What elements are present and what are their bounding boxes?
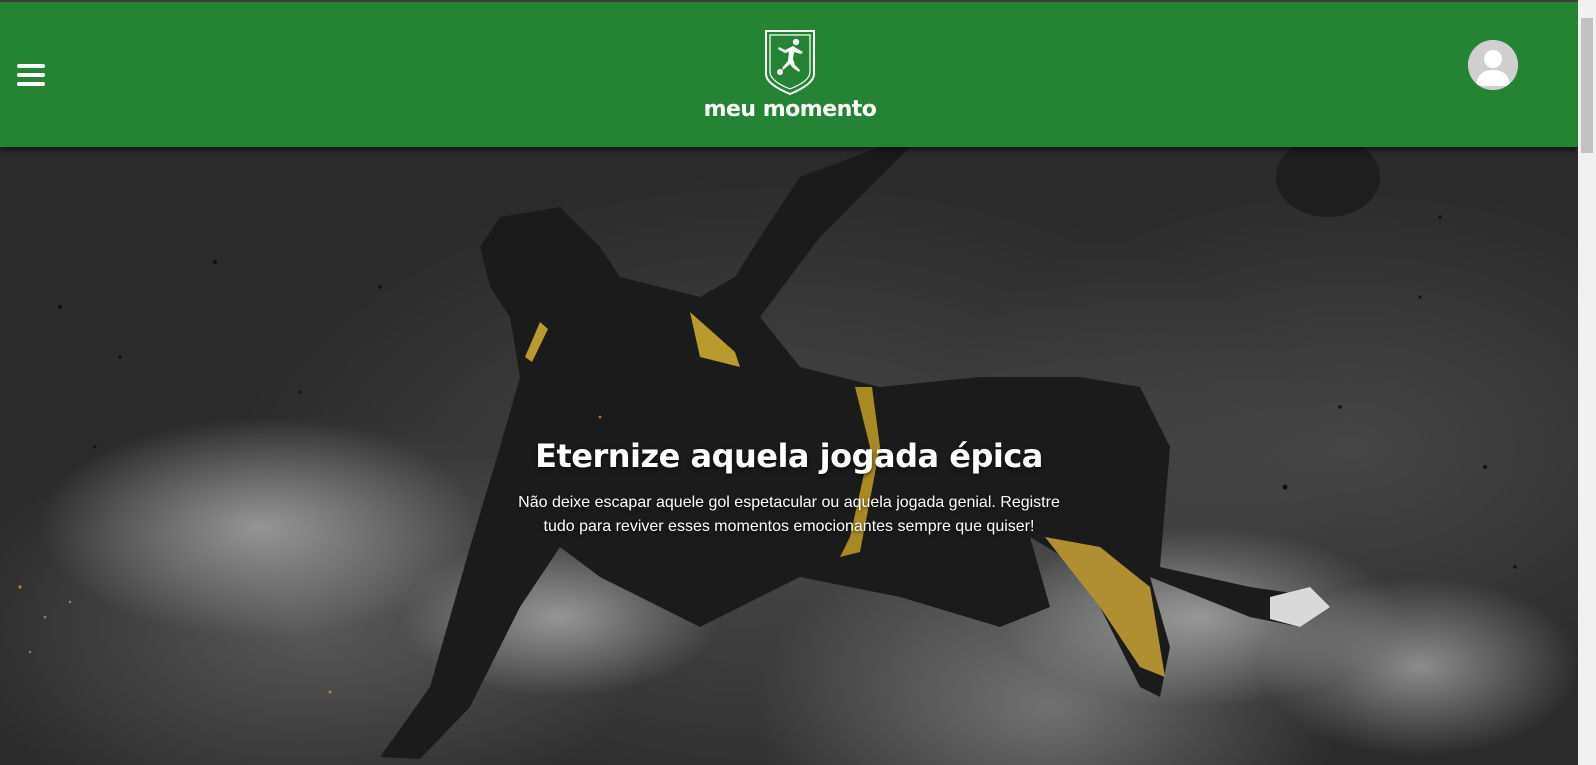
menu-bar: [17, 64, 45, 68]
menu-bar: [17, 82, 45, 86]
user-avatar-icon[interactable]: [1468, 40, 1518, 90]
hamburger-menu-icon[interactable]: [17, 62, 47, 88]
browser-top-edge: [0, 0, 1596, 2]
page: Meu momento: [0, 0, 1596, 765]
scrollbar-thumb[interactable]: [1581, 18, 1593, 153]
hero-section: Eternize aquela jogada épica Não deixe e…: [0, 147, 1578, 765]
brand-name: Meu momento: [703, 97, 877, 122]
soccer-player-badge-icon: [765, 30, 815, 96]
hero-description: Não deixe escapar aquele gol espetacular…: [518, 494, 1060, 535]
vertical-scrollbar[interactable]: [1578, 0, 1596, 765]
site-header: Meu momento: [0, 2, 1578, 147]
menu-bar: [17, 73, 45, 77]
hero-content: Eternize aquela jogada épica Não deixe e…: [500, 437, 1078, 539]
avatar-silhouette: [1468, 40, 1518, 90]
site-logo[interactable]: Meu momento: [700, 26, 880, 136]
hero-title: Eternize aquela jogada épica: [535, 437, 1043, 475]
